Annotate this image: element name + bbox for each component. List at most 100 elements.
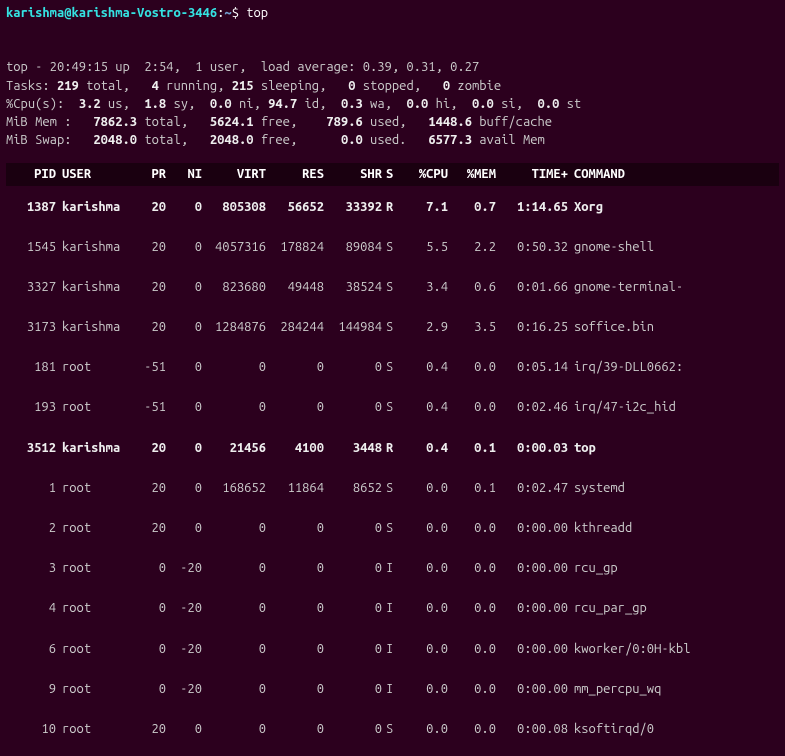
- cell-time: 0:01.66: [496, 278, 568, 296]
- cell-cmd: systemd: [568, 479, 625, 497]
- cell-cmd: soffice.bin: [568, 318, 654, 336]
- cell-virt: 0: [202, 559, 266, 577]
- table-row: 3173karishma2001284876284244144984S2.93.…: [6, 314, 779, 354]
- prompt-user-host: karishma@karishma-Vostro-3446: [6, 6, 217, 20]
- process-table-header[interactable]: PIDUSERPRNIVIRTRESSHRS%CPU%MEMTIME+COMMA…: [6, 163, 779, 185]
- cell-virt: 0: [202, 680, 266, 698]
- hdr-ni[interactable]: NI: [166, 165, 202, 183]
- hdr-cpu[interactable]: %CPU: [400, 165, 448, 183]
- cell-res: 0: [266, 599, 324, 617]
- process-table-body: 1387karishma2008053085665233392R7.10.71:…: [6, 194, 779, 756]
- hdr-virt[interactable]: VIRT: [202, 165, 266, 183]
- cell-virt: 0: [202, 358, 266, 376]
- cell-pid: 10: [6, 720, 56, 738]
- cell-virt: 168652: [202, 479, 266, 497]
- cell-s: S: [382, 519, 400, 537]
- cell-pr: 20: [126, 439, 166, 457]
- cell-cmd: kworker/0:0H-kbl: [568, 640, 690, 658]
- hdr-s[interactable]: S: [382, 165, 400, 183]
- cell-user: root: [56, 559, 126, 577]
- cell-ni: 0: [166, 479, 202, 497]
- cell-cpu: 0.0: [400, 479, 448, 497]
- cell-time: 0:00.03: [496, 439, 568, 457]
- cell-pid: 3327: [6, 278, 56, 296]
- cell-user: root: [56, 358, 126, 376]
- cell-shr: 0: [324, 519, 382, 537]
- cell-mem: 0.0: [448, 640, 496, 658]
- cell-pid: 6: [6, 640, 56, 658]
- cell-mem: 0.1: [448, 479, 496, 497]
- cell-cmd: top: [568, 439, 596, 457]
- cell-cmd: ksoftirqd/0: [568, 720, 654, 738]
- tasks-sleeping: 215: [232, 79, 254, 93]
- cell-time: 0:05.14: [496, 358, 568, 376]
- cell-s: S: [382, 398, 400, 416]
- hdr-res[interactable]: RES: [266, 165, 324, 183]
- hdr-time[interactable]: TIME+: [496, 165, 568, 183]
- mem-label: MiB Mem :: [6, 115, 93, 129]
- cell-shr: 3448: [324, 439, 382, 457]
- cell-pr: -51: [126, 398, 166, 416]
- cell-user: karishma: [56, 198, 126, 216]
- cell-time: 0:00.08: [496, 720, 568, 738]
- cell-user: root: [56, 599, 126, 617]
- cell-cmd: irq/39-DLL0662:: [568, 358, 683, 376]
- hdr-pid[interactable]: PID: [6, 165, 56, 183]
- cell-cpu: 5.5: [400, 238, 448, 256]
- cell-shr: 0: [324, 640, 382, 658]
- cell-pid: 1387: [6, 198, 56, 216]
- cell-user: karishma: [56, 439, 126, 457]
- cell-time: 0:02.47: [496, 479, 568, 497]
- cell-pr: 20: [126, 278, 166, 296]
- tasks-total: 219: [57, 79, 79, 93]
- cell-cmd: mm_percpu_wq: [568, 680, 661, 698]
- cell-res: 0: [266, 680, 324, 698]
- cell-res: 284244: [266, 318, 324, 336]
- cell-user: karishma: [56, 238, 126, 256]
- cell-mem: 0.1: [448, 439, 496, 457]
- cell-mem: 0.0: [448, 720, 496, 738]
- cell-cpu: 0.4: [400, 398, 448, 416]
- cell-user: karishma: [56, 318, 126, 336]
- cell-mem: 0.0: [448, 358, 496, 376]
- cell-shr: 0: [324, 358, 382, 376]
- cell-res: 0: [266, 720, 324, 738]
- cell-cpu: 0.0: [400, 640, 448, 658]
- cell-s: R: [382, 198, 400, 216]
- cell-res: 4100: [266, 439, 324, 457]
- cell-user: root: [56, 640, 126, 658]
- cell-cpu: 0.4: [400, 439, 448, 457]
- cell-mem: 3.5: [448, 318, 496, 336]
- cell-time: 0:00.00: [496, 680, 568, 698]
- table-row: 3root0-20000I0.00.00:00.00rcu_gp: [6, 555, 779, 595]
- hdr-shr[interactable]: SHR: [324, 165, 382, 183]
- cell-virt: 0: [202, 398, 266, 416]
- hdr-mem[interactable]: %MEM: [448, 165, 496, 183]
- cell-pr: 0: [126, 599, 166, 617]
- cell-pid: 4: [6, 599, 56, 617]
- cell-cmd: Xorg: [568, 198, 603, 216]
- table-row: 1387karishma2008053085665233392R7.10.71:…: [6, 194, 779, 234]
- hdr-user[interactable]: USER: [56, 165, 126, 183]
- cell-cpu: 0.0: [400, 519, 448, 537]
- cell-pid: 193: [6, 398, 56, 416]
- cell-ni: 0: [166, 238, 202, 256]
- cell-shr: 8652: [324, 479, 382, 497]
- cell-cpu: 0.0: [400, 599, 448, 617]
- cell-pid: 1: [6, 479, 56, 497]
- cell-res: 178824: [266, 238, 324, 256]
- cell-pid: 3512: [6, 439, 56, 457]
- cell-ni: 0: [166, 358, 202, 376]
- cell-shr: 33392: [324, 198, 382, 216]
- hdr-command[interactable]: COMMAND: [568, 165, 625, 183]
- cell-cpu: 0.4: [400, 358, 448, 376]
- cell-pr: 0: [126, 559, 166, 577]
- hdr-pr[interactable]: PR: [126, 165, 166, 183]
- cell-time: 0:16.25: [496, 318, 568, 336]
- cell-ni: -20: [166, 599, 202, 617]
- shell-prompt[interactable]: karishma@karishma-Vostro-3446:~$ top: [6, 4, 779, 22]
- cell-virt: 1284876: [202, 318, 266, 336]
- cell-shr: 38524: [324, 278, 382, 296]
- prompt-dollar: $: [232, 6, 247, 20]
- cell-pid: 181: [6, 358, 56, 376]
